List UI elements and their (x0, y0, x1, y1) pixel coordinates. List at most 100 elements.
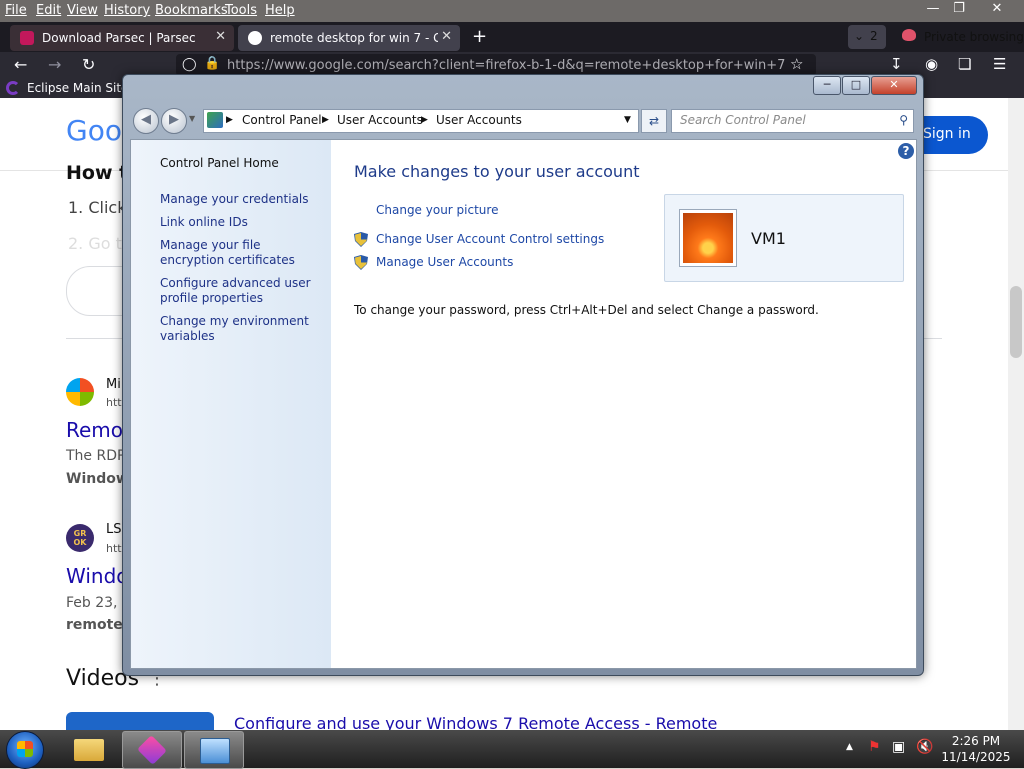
result-site-name: Mi (106, 377, 121, 392)
bookmark-star-icon[interactable]: ☆ (790, 55, 803, 73)
bookmark-eclipse[interactable]: Eclipse Main Site (27, 81, 128, 95)
restore-icon[interactable]: ❐ (946, 1, 972, 19)
menu-history[interactable]: History (104, 3, 150, 18)
tracking-shield-icon[interactable]: ◯ (182, 57, 197, 72)
breadcrumb-separator-icon[interactable]: ▶ (421, 115, 428, 125)
user-avatar[interactable] (679, 209, 737, 267)
close-icon[interactable]: ✕ (984, 1, 1010, 19)
window-controls: ─ □ ✕ (812, 76, 917, 95)
tab-google-search[interactable]: remote desktop for win 7 - Goo ✕ (238, 25, 460, 51)
taskbar-control-panel[interactable] (184, 731, 244, 769)
extensions-icon[interactable]: ❏ (958, 55, 971, 73)
tab-list-button[interactable]: ⌄ 2 (848, 25, 886, 49)
show-hidden-icons-icon[interactable]: ▲ (846, 742, 853, 752)
control-panel-window: ─ □ ✕ ◀ ▶ ▼ ▶ Control Panel ▶ User Account… (122, 74, 924, 676)
result-title-link[interactable]: Windo (66, 564, 129, 588)
uac-shield-icon (354, 255, 368, 270)
menu-bookmarks[interactable]: Bookmarks (155, 3, 228, 18)
advanced-profile-link[interactable]: Configure advanced user profile properti… (160, 276, 320, 306)
environment-variables-link[interactable]: Change my environment variables (160, 314, 320, 344)
refresh-icon: ⇄ (648, 114, 660, 128)
manage-credentials-link[interactable]: Manage your credentials (160, 192, 320, 207)
tab-close-icon[interactable]: ✕ (215, 29, 226, 44)
tab-parsec[interactable]: Download Parsec | Parsec ✕ (10, 25, 234, 51)
control-panel-home-link[interactable]: Control Panel Home (160, 156, 279, 171)
menu-help[interactable]: Help (265, 3, 295, 18)
result-snippet: Window (66, 471, 129, 487)
page-title: Make changes to your user account (354, 162, 640, 181)
video-thumbnail[interactable] (66, 712, 214, 730)
back-button[interactable]: ◀ (133, 108, 159, 134)
how-to-heading: How t (66, 162, 129, 184)
network-icon[interactable]: ▣ (892, 739, 905, 755)
link-online-ids-link[interactable]: Link online IDs (160, 215, 320, 230)
result-site-name: LS (106, 522, 122, 537)
lock-icon[interactable]: 🔒 (204, 56, 220, 71)
action-center-icon[interactable]: ⚑ (868, 739, 881, 755)
menu-tools[interactable]: Tools (225, 3, 257, 18)
forward-arrow-icon[interactable]: → (48, 55, 61, 74)
menu-edit[interactable]: Edit (36, 3, 61, 18)
firefox-menubar: File Edit View History Bookmarks Tools H… (0, 0, 1024, 22)
breadcrumb-separator-icon[interactable]: ▶ (226, 115, 233, 125)
minimize-icon[interactable]: — (920, 1, 946, 19)
hamburger-menu-icon[interactable]: ☰ (993, 55, 1006, 73)
change-uac-settings-link[interactable]: Change User Account Control settings (376, 232, 604, 246)
maximize-button[interactable]: □ (842, 76, 870, 95)
search-icon[interactable]: ⚲ (899, 113, 908, 127)
breadcrumb-separator-icon[interactable]: ▶ (322, 115, 329, 125)
result-snippet: The RDP (66, 448, 126, 464)
refresh-button[interactable]: ⇄ (641, 109, 667, 133)
recent-pages-icon[interactable]: ▼ (189, 114, 195, 123)
url-text[interactable]: https://www.google.com/search?client=fir… (227, 58, 785, 73)
private-browsing-label: Private browsing (924, 30, 1024, 44)
taskbar-parsec[interactable] (122, 731, 182, 769)
volume-muted-icon[interactable]: 🔇 (916, 739, 933, 755)
video-title-link[interactable]: Configure and use your Windows 7 Remote … (234, 714, 717, 730)
private-mask-icon (902, 29, 916, 41)
start-button[interactable] (6, 731, 44, 769)
clock[interactable]: 2:26 PM 11/14/2025 (940, 733, 1012, 765)
taskbar: ▲ ⚑ ▣ 🔇 2:26 PM 11/14/2025 (0, 730, 1024, 769)
scrollbar-thumb[interactable] (1010, 286, 1022, 358)
page-scrollbar[interactable] (1008, 98, 1024, 730)
url-bar[interactable]: ◯ 🔒 https://www.google.com/search?client… (176, 54, 816, 76)
minimize-button[interactable]: ─ (813, 76, 841, 95)
search-placeholder: Search Control Panel (680, 113, 806, 127)
manage-user-accounts-link[interactable]: Manage User Accounts (376, 255, 513, 269)
google-g-icon (248, 31, 262, 45)
tab-close-icon[interactable]: ✕ (441, 29, 452, 44)
breadcrumb[interactable]: ▶ Control Panel ▶ User Accounts ▶ User A… (203, 109, 639, 133)
google-logo[interactable]: Goo (66, 114, 122, 147)
system-tray: ▲ ⚑ ▣ 🔇 2:26 PM 11/14/2025 (842, 730, 1024, 768)
change-picture-link[interactable]: Change your picture (376, 203, 498, 217)
forward-button[interactable]: ▶ (161, 108, 187, 134)
parsec-icon (20, 31, 34, 45)
download-icon[interactable]: ↧ (890, 55, 903, 73)
how-to-step-2: 2. Go t (68, 234, 122, 253)
user-name: VM1 (751, 229, 786, 248)
breadcrumb-user-accounts-current[interactable]: User Accounts (436, 113, 522, 127)
folder-icon (74, 739, 104, 761)
menu-view[interactable]: View (67, 3, 98, 18)
breadcrumb-dropdown-icon[interactable]: ▼ (624, 115, 631, 125)
new-tab-button[interactable]: + (472, 26, 487, 47)
flower-picture-icon (683, 213, 733, 263)
close-button[interactable]: ✕ (871, 76, 917, 95)
reload-icon[interactable]: ↻ (82, 55, 95, 74)
breadcrumb-control-panel[interactable]: Control Panel (242, 113, 322, 127)
back-arrow-icon[interactable]: ← (14, 55, 27, 74)
left-navigation-pane: Control Panel Home Manage your credentia… (131, 140, 331, 668)
breadcrumb-user-accounts[interactable]: User Accounts (337, 113, 423, 127)
how-to-step-1: 1. Click (68, 198, 127, 217)
clock-time: 2:26 PM (951, 734, 1001, 748)
account-icon[interactable]: ◉ (925, 55, 938, 73)
menu-file[interactable]: File (5, 3, 27, 18)
search-control-panel-field[interactable]: Search Control Panel ⚲ (671, 109, 914, 133)
tab-bar: Download Parsec | Parsec ✕ remote deskto… (0, 22, 1024, 52)
taskbar-explorer[interactable] (60, 731, 118, 767)
help-icon[interactable]: ? (898, 143, 914, 159)
uac-shield-icon (354, 232, 368, 247)
windows-logo-icon (17, 741, 33, 757)
file-encryption-link[interactable]: Manage your file encryption certificates (160, 238, 320, 268)
